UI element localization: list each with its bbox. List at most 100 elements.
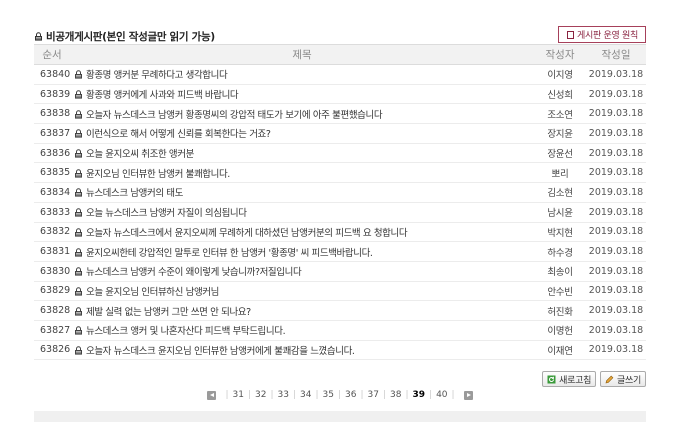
page-separator: | — [292, 390, 296, 400]
post-title-link[interactable]: 제발 실력 없는 남앵커 그만 쓰면 안 되나요? — [86, 307, 251, 318]
table-row[interactable]: 63839 황종명 앵커에게 사과와 피드백 바랍니다 신성희 2019.03.18 — [34, 84, 646, 105]
post-date: 2019.03.18 — [586, 340, 646, 361]
post-title-cell[interactable]: 오늘 윤지오씨 취조한 앵커분 — [70, 143, 534, 164]
post-number: 63828 — [34, 300, 70, 321]
table-row[interactable]: 63834 뉴스데스크 남앵커의 태도 김소현 2019.03.18 — [34, 182, 646, 203]
post-title-link[interactable]: 오늘 윤지오씨 취조한 앵커분 — [86, 149, 194, 160]
post-author: 박지현 — [534, 222, 586, 243]
post-author: 김소현 — [534, 182, 586, 203]
post-title-cell[interactable]: 오늘 윤지오님 인터뷰하신 남앵커님 — [70, 281, 534, 302]
page-link-37[interactable]: 37 — [366, 390, 379, 400]
post-date: 2019.03.18 — [586, 123, 646, 144]
post-date: 2019.03.18 — [586, 222, 646, 243]
lock-icon — [74, 346, 83, 355]
lock-icon — [74, 149, 83, 158]
page-link-38[interactable]: 38 — [389, 390, 402, 400]
post-title-link[interactable]: 뉴스데스크 남앵커의 태도 — [86, 188, 183, 199]
table-row[interactable]: 63827 뉴스데스크 앵커 및 나혼자산다 피드백 부탁드립니다. 이명헌 2019… — [34, 320, 646, 341]
lock-icon — [74, 129, 83, 139]
lock-icon — [74, 287, 83, 296]
page-link-33[interactable]: 33 — [276, 390, 289, 400]
post-title-cell[interactable]: 뉴스데스크 앵커 및 나혼자산다 피드백 부탁드립니다. — [70, 320, 534, 341]
post-title-cell[interactable]: 오늘자 뉴스데스크 남앵커 황종명씨의 강압적 태도가 보기에 아주 불편했습니… — [70, 103, 534, 125]
post-title-cell[interactable]: 오늘자 뉴스데스크 윤지오님 인터뷰한 남앵커에게 불쾌감을 느꼈습니다. — [70, 340, 534, 361]
post-title-link[interactable]: 이런식으로 해서 어떻게 신뢰를 회복한다는 거죠? — [86, 129, 271, 140]
table-row[interactable]: 63838 오늘자 뉴스데스크 남앵커 황종명씨의 강압적 태도가 보기에 아주 … — [34, 103, 646, 125]
lock-icon — [74, 169, 83, 178]
post-title-cell[interactable]: 오늘자 뉴스데스크에서 윤지오씨께 무례하게 대하셨던 남앵커분의 피드백 요 … — [70, 222, 534, 243]
post-title-cell[interactable]: 황종명 앵커에게 사과와 피드백 바랍니다 — [70, 84, 534, 105]
page-link-31[interactable]: 31 — [231, 390, 244, 400]
post-date: 2019.03.18 — [586, 261, 646, 282]
post-title-link[interactable]: 뉴스데스크 남앵커 수준이 왜이렇게 낮습니까?저질입니다 — [86, 267, 302, 278]
page-separator: | — [360, 390, 364, 400]
post-number: 63839 — [34, 84, 70, 105]
post-author: 안수빈 — [534, 281, 586, 302]
board-policy-button[interactable]: 게시판 운영 원칙 — [558, 26, 646, 43]
post-number: 63829 — [34, 281, 70, 302]
table-row[interactable]: 63828 제발 실력 없는 남앵커 그만 쓰면 안 되나요? 허진화 2019.03… — [34, 300, 646, 321]
post-author: 남시윤 — [534, 202, 586, 223]
refresh-button[interactable]: 새로고침 — [542, 371, 597, 387]
table-row[interactable]: 63831 윤지오씨한테 강압적인 말투로 인터뷰 한 남앵커 '황종명' 씨 피… — [34, 241, 646, 262]
post-date: 2019.03.18 — [586, 202, 646, 223]
page-separator: | — [451, 390, 455, 400]
post-title-link[interactable]: 오늘자 뉴스데스크에서 윤지오씨께 무례하게 대하셨던 남앵커분의 피드백 요 … — [86, 228, 408, 239]
post-title-link[interactable]: 윤지오씨한테 강압적인 말투로 인터뷰 한 남앵커 '황종명' 씨 피드백바랍니… — [86, 248, 373, 259]
page-link-40[interactable]: 40 — [435, 390, 448, 400]
post-title-cell[interactable]: 황종명 앵커분 무례하다고 생각합니다 — [70, 64, 534, 85]
post-date: 2019.03.18 — [586, 320, 646, 341]
post-date: 2019.03.18 — [586, 241, 646, 262]
page-link-35[interactable]: 35 — [321, 390, 334, 400]
post-number: 63832 — [34, 222, 70, 243]
post-title-cell[interactable]: 뉴스데스크 남앵커의 태도 — [70, 182, 534, 203]
page-link-39[interactable]: 39 — [411, 390, 426, 400]
page-separator: | — [382, 390, 386, 400]
prev-page-icon[interactable] — [207, 390, 217, 400]
post-title-cell[interactable]: 윤지오씨한테 강압적인 말투로 인터뷰 한 남앵커 '황종명' 씨 피드백바랍니… — [70, 241, 534, 262]
post-title-link[interactable]: 황종명 앵커에게 사과와 피드백 바랍니다 — [86, 90, 239, 101]
board-title: 비공개게시판(본인 작성글만 읽기 가능) — [34, 29, 215, 44]
post-number: 63837 — [34, 123, 70, 144]
lock-icon — [74, 110, 83, 119]
write-label: 글쓰기 — [617, 375, 641, 386]
table-row[interactable]: 63830 뉴스데스크 남앵커 수준이 왜이렇게 낮습니까?저질입니다 최송이 201… — [34, 261, 646, 282]
post-title-link[interactable]: 오늘 뉴스데스크 남앵커 자질이 의심됩니다 — [86, 208, 247, 219]
next-page-icon[interactable] — [463, 390, 473, 400]
post-number: 63830 — [34, 261, 70, 282]
lock-icon — [74, 326, 83, 335]
footer-bar — [34, 411, 646, 422]
post-title-link[interactable]: 황종명 앵커분 무례하다고 생각합니다 — [86, 70, 228, 81]
table-row[interactable]: 63837 이런식으로 해서 어떻게 신뢰를 회복한다는 거죠? 장지윤 2019.0… — [34, 123, 646, 144]
post-title-link[interactable]: 오늘자 뉴스데스크 윤지오님 인터뷰한 남앵커에게 불쾌감을 느꼈습니다. — [86, 346, 355, 357]
post-title-link[interactable]: 뉴스데스크 앵커 및 나혼자산다 피드백 부탁드립니다. — [86, 326, 286, 337]
post-date: 2019.03.18 — [586, 103, 646, 125]
post-number: 63827 — [34, 320, 70, 341]
post-number: 63834 — [34, 182, 70, 203]
refresh-icon — [547, 375, 556, 384]
post-title-link[interactable]: 오늘 윤지오님 인터뷰하신 남앵커님 — [86, 287, 219, 298]
document-icon — [567, 30, 575, 39]
table-row[interactable]: 63836 오늘 윤지오씨 취조한 앵커분 장윤선 2019.03.18 — [34, 143, 646, 164]
post-title-cell[interactable]: 윤지오님 인터뷰한 남앵커 불쾌합니다. — [70, 162, 534, 184]
post-number: 63835 — [34, 162, 70, 184]
post-title-cell[interactable]: 제발 실력 없는 남앵커 그만 쓰면 안 되나요? — [70, 300, 534, 321]
table-row[interactable]: 63832 오늘자 뉴스데스크에서 윤지오씨께 무례하게 대하셨던 남앵커분의 피… — [34, 222, 646, 243]
page-link-36[interactable]: 36 — [344, 390, 357, 400]
post-title-cell[interactable]: 오늘 뉴스데스크 남앵커 자질이 의심됩니다 — [70, 202, 534, 223]
table-row[interactable]: 63840 황종명 앵커분 무례하다고 생각합니다 이지영 2019.03.18 — [34, 64, 646, 85]
write-button[interactable]: 글쓰기 — [600, 371, 646, 387]
lock-icon — [74, 188, 83, 198]
post-title-cell[interactable]: 이런식으로 해서 어떻게 신뢰를 회복한다는 거죠? — [70, 123, 534, 144]
table-row[interactable]: 63826 오늘자 뉴스데스크 윤지오님 인터뷰한 남앵커에게 불쾌감을 느꼈습니… — [34, 340, 646, 361]
post-title-link[interactable]: 윤지오님 인터뷰한 남앵커 불쾌합니다. — [86, 169, 230, 180]
post-title-cell[interactable]: 뉴스데스크 남앵커 수준이 왜이렇게 낮습니까?저질입니다 — [70, 261, 534, 282]
table-row[interactable]: 63829 오늘 윤지오님 인터뷰하신 남앵커님 안수빈 2019.03.18 — [34, 281, 646, 302]
post-title-link[interactable]: 오늘자 뉴스데스크 남앵커 황종명씨의 강압적 태도가 보기에 아주 불편했습니… — [86, 110, 383, 121]
table-row[interactable]: 63835 윤지오님 인터뷰한 남앵커 불쾌합니다. 뽀리 2019.03.18 — [34, 162, 646, 184]
post-number: 63836 — [34, 143, 70, 164]
page-link-32[interactable]: 32 — [254, 390, 267, 400]
table-row[interactable]: 63833 오늘 뉴스데스크 남앵커 자질이 의심됩니다 남시윤 2019.03.18 — [34, 202, 646, 223]
page-link-34[interactable]: 34 — [299, 390, 312, 400]
lock-icon — [74, 306, 83, 316]
